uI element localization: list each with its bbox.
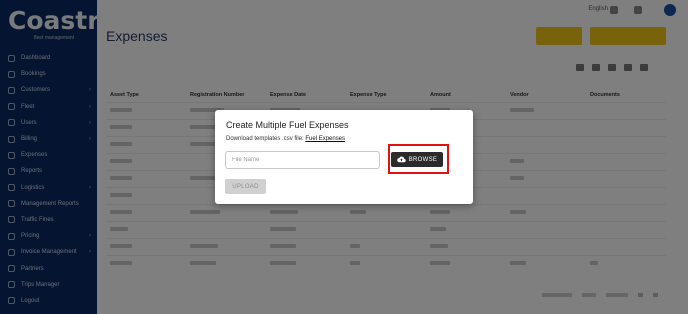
file-name-input[interactable] xyxy=(225,151,380,169)
create-fuel-expenses-dialog: Create Multiple Fuel Expenses Download t… xyxy=(215,110,473,204)
fuel-expenses-template-link[interactable]: Fuel Expenses xyxy=(305,136,345,142)
browse-label: BROWSE xyxy=(408,156,438,163)
download-templates-label: Download templates .csv file: xyxy=(226,136,304,142)
upload-button[interactable]: UPLOAD xyxy=(225,179,266,194)
dialog-title: Create Multiple Fuel Expenses xyxy=(226,120,349,130)
download-templates-text: Download templates .csv file: Fuel Expen… xyxy=(226,136,345,142)
cloud-upload-icon xyxy=(396,156,406,163)
browse-button[interactable]: BROWSE xyxy=(391,152,443,167)
